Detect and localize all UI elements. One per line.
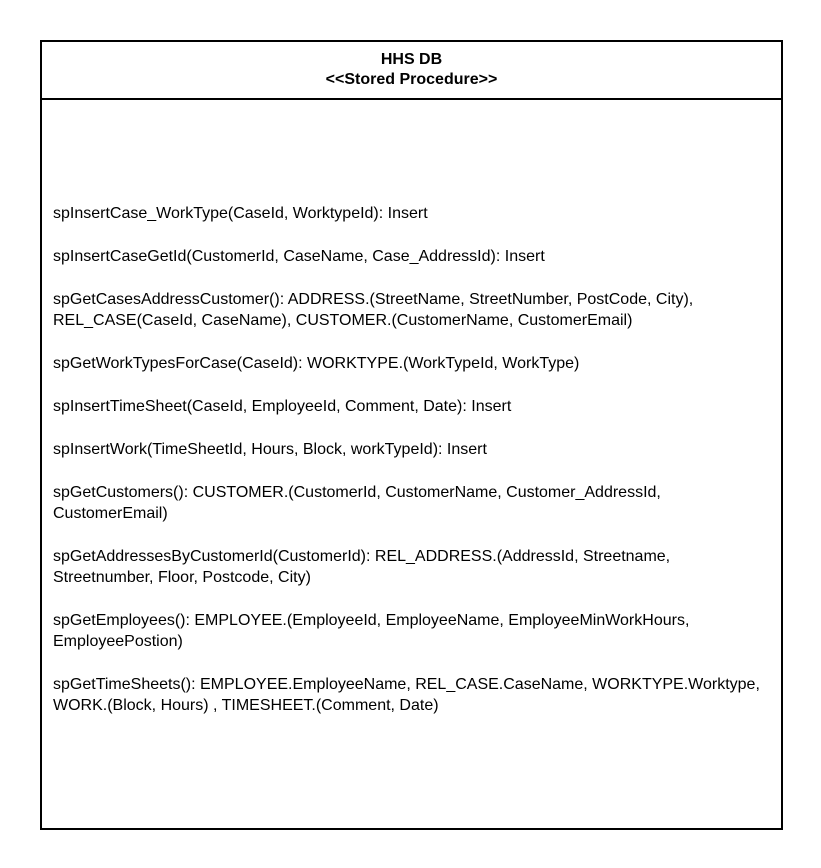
procedure-item: spGetCasesAddressCustomer(): ADDRESS.(St… [53,291,694,329]
class-title: HHS DB [380,51,443,68]
uml-class-box: HHS DB <<Stored Procedure>> spInsertCase… [40,40,783,830]
procedure-item: spInsertCase_WorkType(CaseId, WorktypeId… [53,205,428,222]
procedure-item: spGetWorkTypesForCase(CaseId): WORKTYPE.… [53,355,580,372]
procedure-item: spGetCustomers(): CUSTOMER.(CustomerId, … [53,484,661,522]
procedure-list: spInsertCase_WorkType(CaseId, WorktypeId… [53,203,773,738]
procedure-item: spInsertTimeSheet(CaseId, EmployeeId, Co… [53,398,512,415]
uml-class-header: HHS DB <<Stored Procedure>> [42,42,781,100]
procedure-item: spInsertWork(TimeSheetId, Hours, Block, … [53,441,487,458]
class-stereotype: <<Stored Procedure>> [325,71,498,88]
procedure-item: spGetAddressesByCustomerId(CustomerId): … [53,548,671,586]
procedure-item: spGetEmployees(): EMPLOYEE.(EmployeeId, … [53,612,690,650]
procedure-item: spInsertCaseGetId(CustomerId, CaseName, … [53,248,545,265]
procedure-item: spGetTimeSheets(): EMPLOYEE.EmployeeName… [53,676,760,714]
